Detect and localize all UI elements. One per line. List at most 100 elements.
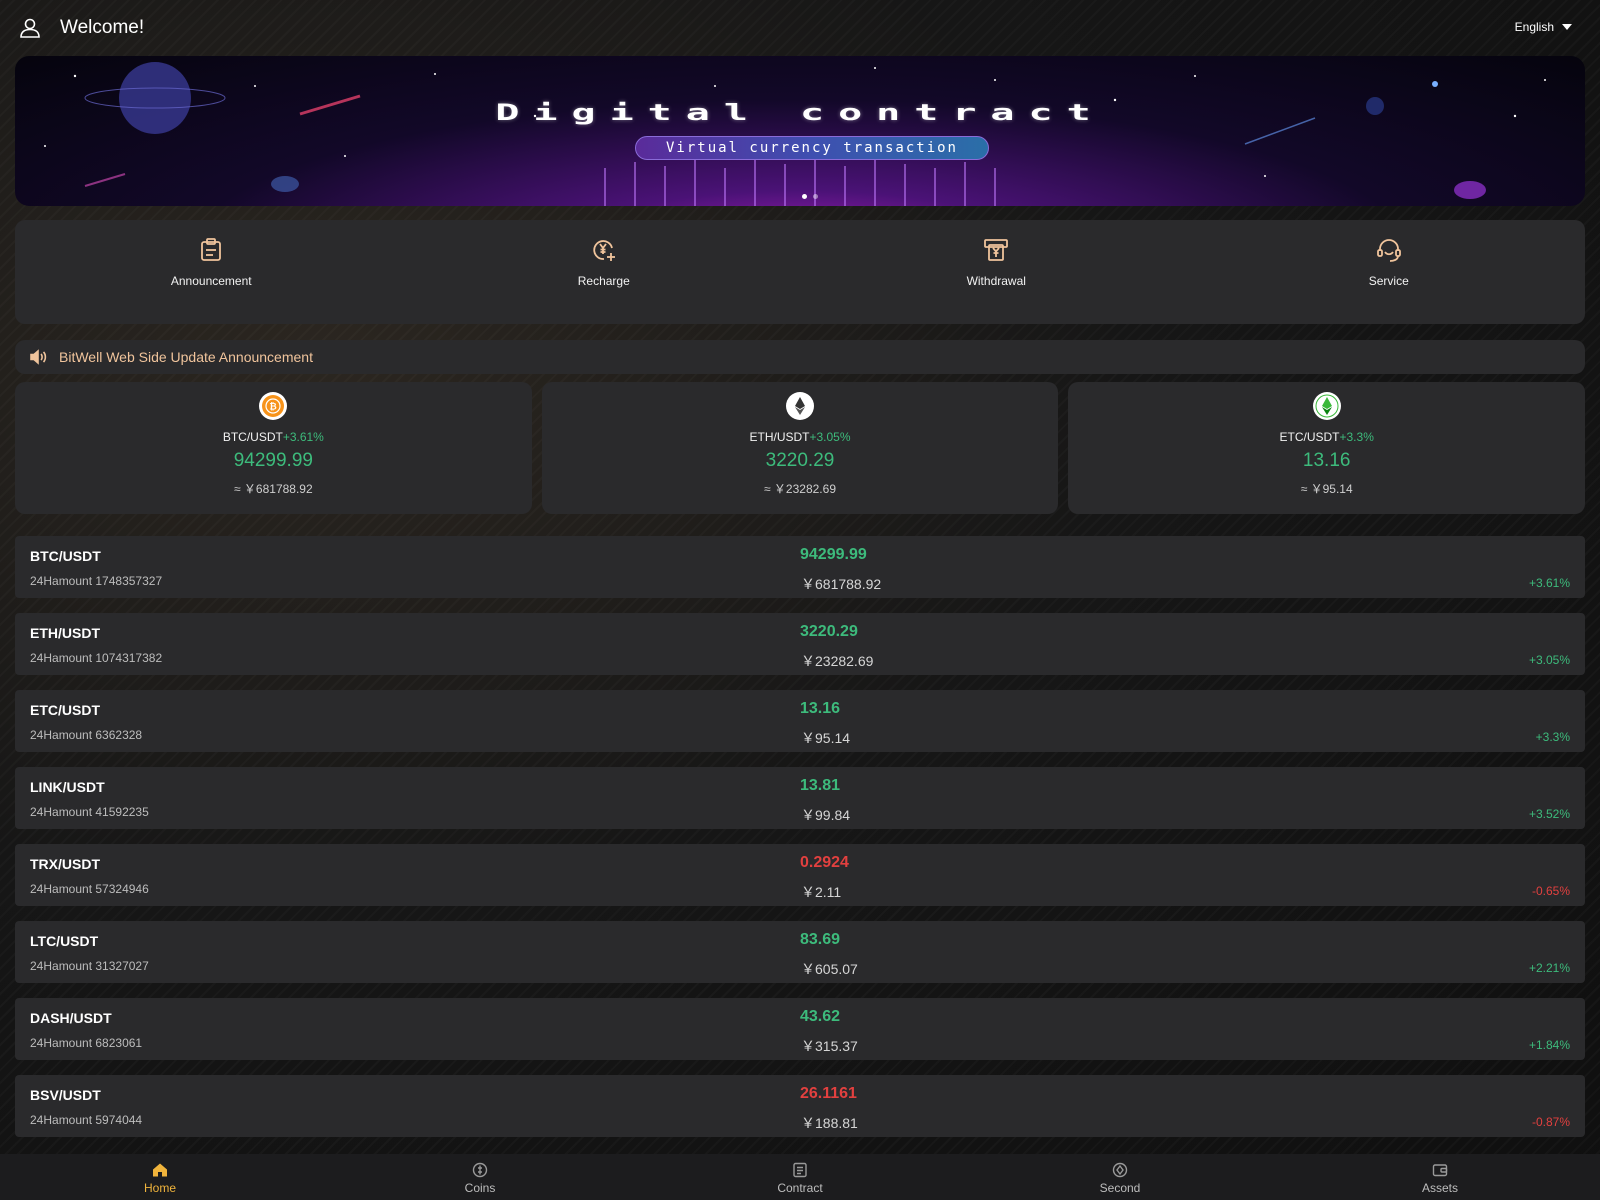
market-change: +3.52% (1528, 807, 1570, 821)
yen-coin-plus-icon (593, 240, 615, 261)
market-change: -0.87% (1531, 1115, 1570, 1129)
tab-home[interactable]: Home (0, 1154, 320, 1200)
announcement-label: Announcement (170, 274, 252, 288)
featured-cny: ≈ ￥95.14 (1300, 482, 1353, 496)
carousel-dots (802, 194, 818, 199)
service-button[interactable]: Service (1193, 220, 1586, 324)
tab-second-label: Second (1099, 1181, 1141, 1195)
welcome-text: Welcome! (60, 17, 145, 38)
featured-price: 13.16 (1302, 450, 1351, 471)
featured-markets: ₿ BTC/USDT+3.61% 94299.99 ≈ ￥681788.92 E… (15, 382, 1586, 514)
market-change: +2.21% (1528, 961, 1570, 975)
carousel-dot-active[interactable] (802, 194, 807, 199)
service-label: Service (1368, 274, 1409, 288)
market-pair: LTC/USDT (30, 933, 99, 949)
market-cny: ￥99.84 (801, 807, 851, 823)
featured-price: 3220.29 (765, 450, 835, 471)
market-volume: 24Hamount 31327027 (30, 959, 149, 973)
market-price: 0.2924 (800, 854, 849, 871)
announcement-button[interactable]: Announcement (15, 220, 408, 324)
clipboard-icon (201, 238, 222, 261)
market-price: 83.69 (800, 931, 841, 948)
market-cny: ￥23282.69 (801, 653, 874, 669)
featured-pair: ETH/USDT+3.05% (749, 430, 850, 444)
speaker-icon (30, 349, 47, 365)
market-row[interactable]: TRX/USDT 24Hamount 57324946 0.2924 ￥2.11… (15, 844, 1585, 906)
coin-icon (472, 1162, 488, 1178)
market-cny: ￥188.81 (801, 1115, 858, 1131)
market-pair: BSV/USDT (30, 1087, 101, 1103)
market-volume: 24Hamount 57324946 (30, 882, 149, 896)
tab-second[interactable]: Second (960, 1154, 1280, 1200)
banner-title: Digital contract (495, 100, 1105, 126)
featured-card-btc[interactable]: ₿ BTC/USDT+3.61% 94299.99 ≈ ￥681788.92 (15, 382, 532, 514)
market-volume: 24Hamount 1074317382 (30, 651, 163, 665)
market-volume: 24Hamount 6362328 (30, 728, 143, 742)
featured-cny: ≈ ￥681788.92 (234, 482, 313, 496)
tab-coins[interactable]: Coins (320, 1154, 640, 1200)
market-volume: 24Hamount 1748357327 (30, 574, 163, 588)
market-volume: 24Hamount 41592235 (30, 805, 149, 819)
compass-icon (1112, 1162, 1128, 1178)
market-pair: TRX/USDT (30, 856, 100, 872)
market-row[interactable]: LTC/USDT 24Hamount 31327027 83.69 ￥605.0… (15, 921, 1585, 983)
bitcoin-icon: ₿ (259, 392, 288, 420)
market-price: 26.1161 (800, 1085, 857, 1102)
market-price: 13.16 (800, 700, 841, 717)
market-price: 13.81 (800, 777, 841, 794)
carousel-dot[interactable] (813, 194, 818, 199)
market-list: BTC/USDT 24Hamount 1748357327 94299.99 ￥… (15, 536, 1585, 1152)
ethereum-classic-icon (1312, 392, 1341, 420)
market-volume: 24Hamount 6823061 (30, 1036, 143, 1050)
market-row[interactable]: BTC/USDT 24Hamount 1748357327 94299.99 ￥… (15, 536, 1585, 598)
featured-card-etc[interactable]: ETC/USDT+3.3% 13.16 ≈ ￥95.14 (1068, 382, 1586, 514)
headset-icon (1376, 239, 1401, 262)
market-price: 94299.99 (800, 546, 867, 563)
featured-pair-name: ETC/USDT (1279, 430, 1340, 444)
market-cny: ￥605.07 (801, 961, 858, 977)
market-pair: ETH/USDT (30, 625, 100, 641)
recharge-button[interactable]: Recharge (408, 220, 801, 324)
market-pair: BTC/USDT (30, 548, 101, 564)
market-change: +1.84% (1528, 1038, 1570, 1052)
user-icon[interactable] (18, 16, 42, 40)
featured-change: +3.3% (1339, 430, 1374, 444)
announcement-bar[interactable]: BitWell Web Side Update Announcement (15, 340, 1585, 374)
recharge-label: Recharge (577, 274, 630, 288)
svg-text:₿: ₿ (270, 402, 277, 413)
tab-home-label: Home (143, 1181, 176, 1195)
quick-actions: Announcement Recharge Withdrawal Service (15, 220, 1585, 324)
market-row[interactable]: LINK/USDT 24Hamount 41592235 13.81 ￥99.8… (15, 767, 1585, 829)
yen-withdraw-icon (984, 239, 1009, 261)
home-icon (153, 1163, 167, 1177)
wallet-icon (1432, 1164, 1448, 1177)
featured-price: 94299.99 (233, 450, 313, 471)
header: Welcome! English (0, 0, 1600, 56)
announcement-text: BitWell Web Side Update Announcement (59, 349, 313, 365)
withdrawal-button[interactable]: Withdrawal (800, 220, 1193, 324)
tab-assets[interactable]: Assets (1280, 1154, 1600, 1200)
bottom-tab-bar: Home Coins Contract Second Assets (0, 1154, 1600, 1200)
document-icon (793, 1162, 807, 1178)
featured-card-eth[interactable]: ETH/USDT+3.05% 3220.29 ≈ ￥23282.69 (541, 382, 1059, 514)
market-row[interactable]: ETH/USDT 24Hamount 1074317382 3220.29 ￥2… (15, 613, 1585, 675)
market-cny: ￥315.37 (801, 1038, 858, 1054)
market-change: +3.05% (1528, 653, 1570, 667)
market-row[interactable]: BSV/USDT 24Hamount 5974044 26.1161 ￥188.… (15, 1075, 1585, 1137)
language-label: English (1514, 20, 1554, 34)
market-volume: 24Hamount 5974044 (30, 1113, 143, 1127)
market-price: 43.62 (800, 1008, 841, 1025)
tab-coins-label: Coins (464, 1181, 496, 1195)
market-row[interactable]: ETC/USDT 24Hamount 6362328 13.16 ￥95.14 … (15, 690, 1585, 752)
market-change: +3.61% (1528, 576, 1570, 590)
promo-banner[interactable]: Digital contract Virtual currency transa… (15, 56, 1585, 206)
market-row[interactable]: DASH/USDT 24Hamount 6823061 43.62 ￥315.3… (15, 998, 1585, 1060)
market-change: +3.3% (1535, 730, 1570, 744)
featured-pair-name: ETH/USDT (749, 430, 810, 444)
market-change: -0.65% (1531, 884, 1570, 898)
market-price: 3220.29 (800, 623, 858, 640)
featured-pair-name: BTC/USDT (222, 430, 283, 444)
market-cny: ￥681788.92 (801, 576, 882, 592)
tab-contract[interactable]: Contract (640, 1154, 960, 1200)
language-selector[interactable]: English (1515, 20, 1572, 34)
